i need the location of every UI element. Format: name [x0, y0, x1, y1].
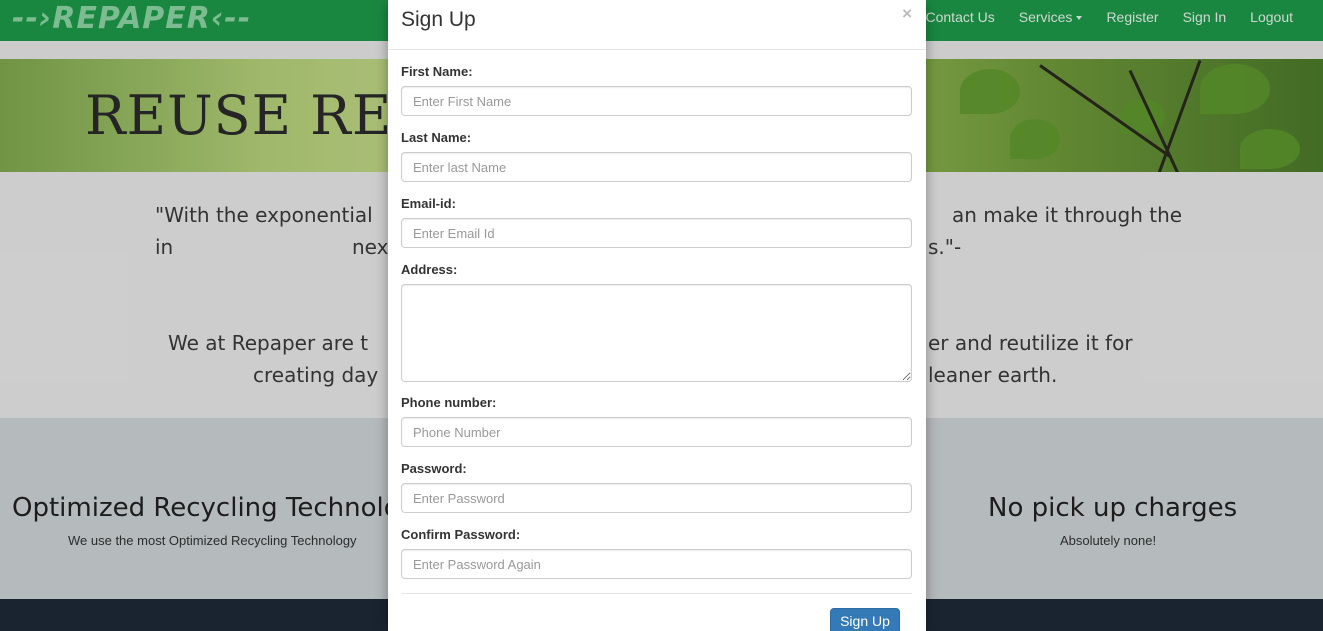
address-textarea[interactable]	[401, 284, 912, 382]
confirm-password-input[interactable]	[401, 549, 912, 579]
last-name-input[interactable]	[401, 152, 912, 182]
email-input[interactable]	[401, 218, 912, 248]
password-input[interactable]	[401, 483, 912, 513]
phone-input[interactable]	[401, 417, 912, 447]
modal-footer-divider	[401, 593, 912, 594]
first-name-input[interactable]	[401, 86, 912, 116]
address-label: Address:	[401, 262, 458, 277]
confirm-password-label: Confirm Password:	[401, 527, 521, 542]
modal-title: Sign Up	[401, 8, 476, 31]
phone-label: Phone number:	[401, 395, 497, 410]
password-label: Password:	[401, 461, 467, 476]
close-icon[interactable]: ×	[902, 4, 912, 24]
email-label: Email-id:	[401, 196, 456, 211]
signup-modal: Sign Up × First Name: Last Name: Email-i…	[388, 0, 926, 631]
modal-header: Sign Up ×	[388, 0, 926, 50]
last-name-label: Last Name:	[401, 130, 472, 145]
first-name-label: First Name:	[401, 64, 473, 79]
sign-up-button[interactable]: Sign Up	[830, 608, 900, 631]
